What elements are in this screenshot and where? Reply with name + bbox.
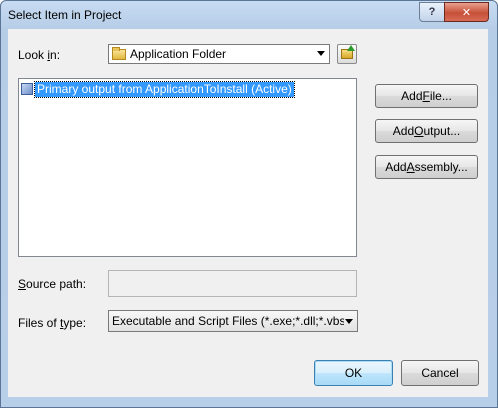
look-in-value: Application Folder — [130, 47, 227, 61]
folder-up-icon — [341, 45, 355, 59]
title-bar[interactable]: Select Item in Project ? ✕ — [1, 1, 497, 29]
list-item-label: Primary output from ApplicationToInstall… — [34, 80, 295, 98]
files-of-type-label: Files of type: — [18, 316, 87, 330]
files-of-type-value: Executable and Script Files (*.exe;*.dll… — [112, 314, 344, 328]
list-item[interactable]: Primary output from ApplicationToInstall… — [21, 80, 295, 98]
help-button[interactable]: ? — [419, 2, 445, 22]
files-of-type-dropdown[interactable]: Executable and Script Files (*.exe;*.dll… — [108, 310, 358, 332]
add-output-button[interactable]: Add Output... — [375, 119, 478, 143]
chevron-down-icon — [345, 319, 353, 324]
add-file-button[interactable]: Add File... — [375, 84, 478, 108]
add-assembly-button[interactable]: Add Assembly... — [375, 155, 478, 179]
source-path-label: Source path: — [18, 277, 87, 291]
project-items-list[interactable]: Primary output from ApplicationToInstall… — [18, 78, 357, 257]
look-in-label: Look in: — [18, 48, 61, 62]
close-button[interactable]: ✕ — [444, 2, 489, 22]
cancel-button[interactable]: Cancel — [401, 360, 479, 386]
chevron-down-icon — [317, 51, 325, 56]
look-in-dropdown[interactable]: Application Folder — [108, 44, 330, 64]
window-title: Select Item in Project — [8, 8, 122, 22]
output-icon — [21, 83, 33, 95]
up-one-level-button[interactable] — [337, 44, 357, 64]
source-path-field — [108, 270, 357, 297]
ok-button[interactable]: OK — [314, 360, 393, 386]
folder-icon — [112, 46, 126, 60]
